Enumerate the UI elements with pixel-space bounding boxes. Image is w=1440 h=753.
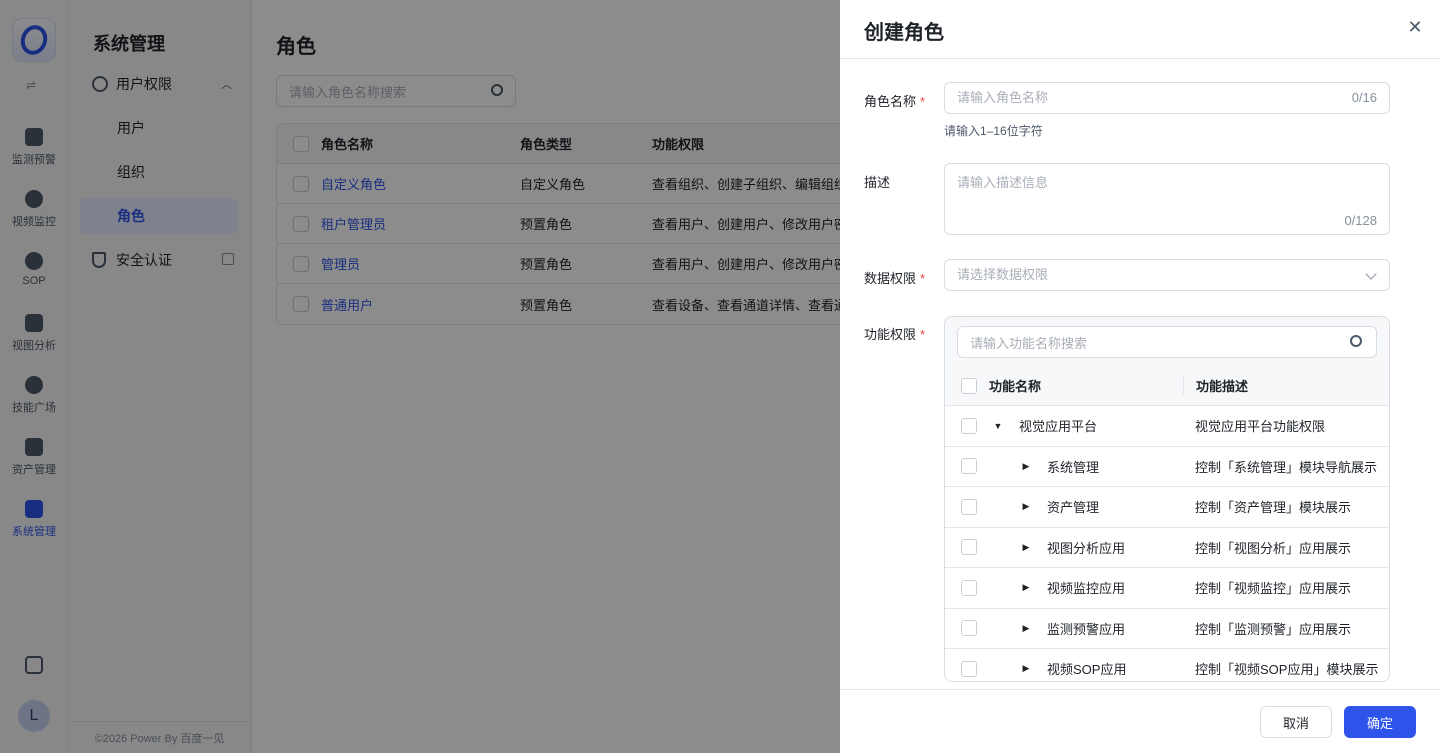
- function-name: 视频监控应用: [1047, 581, 1126, 597]
- search-icon[interactable]: [1350, 335, 1362, 347]
- data-permission-label: 数据权限 *: [864, 268, 925, 287]
- role-name-label-text: 角色名称: [864, 94, 917, 109]
- required-mark: *: [920, 94, 926, 109]
- drawer-mask[interactable]: [0, 0, 840, 753]
- function-name: 视频SOP应用: [1047, 662, 1127, 678]
- function-name: 监测预警应用: [1047, 621, 1126, 637]
- function-permission-label-text: 功能权限: [864, 327, 917, 342]
- caret-down-icon[interactable]: ▼: [991, 421, 1005, 431]
- data-permission-select[interactable]: 请选择数据权限: [944, 259, 1390, 291]
- row-checkbox[interactable]: [961, 498, 977, 515]
- function-desc: 视觉应用平台功能权限: [1195, 419, 1326, 435]
- caret-right-icon[interactable]: ▶: [1019, 461, 1033, 472]
- role-name-label: 角色名称 *: [864, 91, 925, 110]
- function-name: 系统管理: [1047, 459, 1100, 475]
- desc-label: 描述: [864, 175, 891, 190]
- function-desc: 控制「视频SOP应用」模块展示: [1195, 662, 1379, 678]
- row-checkbox[interactable]: [961, 458, 977, 475]
- role-name-placeholder: 请输入角色名称: [957, 90, 1049, 105]
- function-desc: 控制「视频监控」应用展示: [1195, 581, 1352, 597]
- row-checkbox[interactable]: [961, 660, 977, 677]
- caret-right-icon[interactable]: ▶: [1019, 501, 1033, 512]
- caret-right-icon[interactable]: ▶: [1019, 663, 1033, 674]
- description-textarea[interactable]: 请输入描述信息 0/128: [944, 163, 1390, 235]
- function-name: 视觉应用平台: [1019, 419, 1098, 435]
- function-search-placeholder: 请输入功能名称搜索: [970, 335, 1088, 351]
- function-table-header: 功能名称 功能描述: [945, 366, 1389, 406]
- row-checkbox[interactable]: [961, 539, 977, 556]
- function-permission-label: 功能权限 *: [864, 324, 925, 343]
- function-row: ▼ 视觉应用平台 视觉应用平台功能权限: [945, 406, 1389, 447]
- role-name-input[interactable]: 请输入角色名称 0/16: [944, 82, 1390, 114]
- function-row: ▶ 视图分析应用 控制「视图分析」应用展示: [945, 527, 1389, 568]
- column-header: 功能描述: [1183, 376, 1389, 395]
- caret-right-icon[interactable]: ▶: [1019, 623, 1033, 634]
- function-desc: 控制「监测预警」应用展示: [1195, 621, 1352, 637]
- cancel-button[interactable]: 取消: [1260, 706, 1332, 738]
- function-row: ▶ 监测预警应用 控制「监测预警」应用展示: [945, 608, 1389, 649]
- drawer-title: 创建角色: [864, 22, 944, 44]
- function-row: ▶ 系统管理 控制「系统管理」模块导航展示: [945, 446, 1389, 487]
- divider: [840, 58, 1440, 59]
- caret-right-icon[interactable]: ▶: [1019, 542, 1033, 553]
- role-name-counter: 0/16: [1351, 90, 1377, 105]
- desc-placeholder: 请输入描述信息: [957, 175, 1049, 190]
- required-mark: *: [920, 271, 926, 286]
- function-name: 视图分析应用: [1047, 540, 1126, 556]
- chevron-down-icon: [1365, 268, 1377, 280]
- function-permission-panel: 请输入功能名称搜索 功能名称 功能描述 ▼ 视觉应用平台 视觉应用平台功能权限 ▶…: [944, 316, 1390, 682]
- function-row: ▶ 视频监控应用 控制「视频监控」应用展示: [945, 568, 1389, 609]
- column-header: 功能名称: [989, 379, 1042, 394]
- function-desc: 控制「视图分析」应用展示: [1195, 540, 1352, 556]
- confirm-button[interactable]: 确定: [1344, 706, 1416, 738]
- function-row: ▶ 视频SOP应用 控制「视频SOP应用」模块展示: [945, 649, 1389, 681]
- data-permission-placeholder: 请选择数据权限: [957, 267, 1049, 282]
- desc-counter: 0/128: [1344, 213, 1377, 228]
- caret-right-icon[interactable]: ▶: [1019, 582, 1033, 593]
- function-table: 功能名称 功能描述 ▼ 视觉应用平台 视觉应用平台功能权限 ▶ 系统管理 控制「系统…: [945, 366, 1389, 681]
- role-name-hint: 请输入1–16位字符: [944, 124, 1043, 138]
- row-checkbox[interactable]: [961, 417, 977, 434]
- data-permission-label-text: 数据权限: [864, 271, 917, 286]
- function-desc: 控制「系统管理」模块导航展示: [1195, 459, 1378, 475]
- required-mark: *: [920, 327, 926, 342]
- function-name: 资产管理: [1047, 500, 1100, 516]
- row-checkbox[interactable]: [961, 620, 977, 637]
- function-search-input[interactable]: 请输入功能名称搜索: [957, 326, 1377, 358]
- select-all-checkbox[interactable]: [961, 377, 977, 394]
- row-checkbox[interactable]: [961, 579, 977, 596]
- function-desc: 控制「资产管理」模块展示: [1195, 500, 1352, 516]
- divider: [840, 689, 1440, 690]
- create-role-drawer: 创建角色 ✕ 角色名称 * 请输入角色名称 0/16 请输入1–16位字符 描述 …: [840, 0, 1440, 753]
- close-icon[interactable]: ✕: [1406, 18, 1424, 36]
- function-row: ▶ 资产管理 控制「资产管理」模块展示: [945, 487, 1389, 528]
